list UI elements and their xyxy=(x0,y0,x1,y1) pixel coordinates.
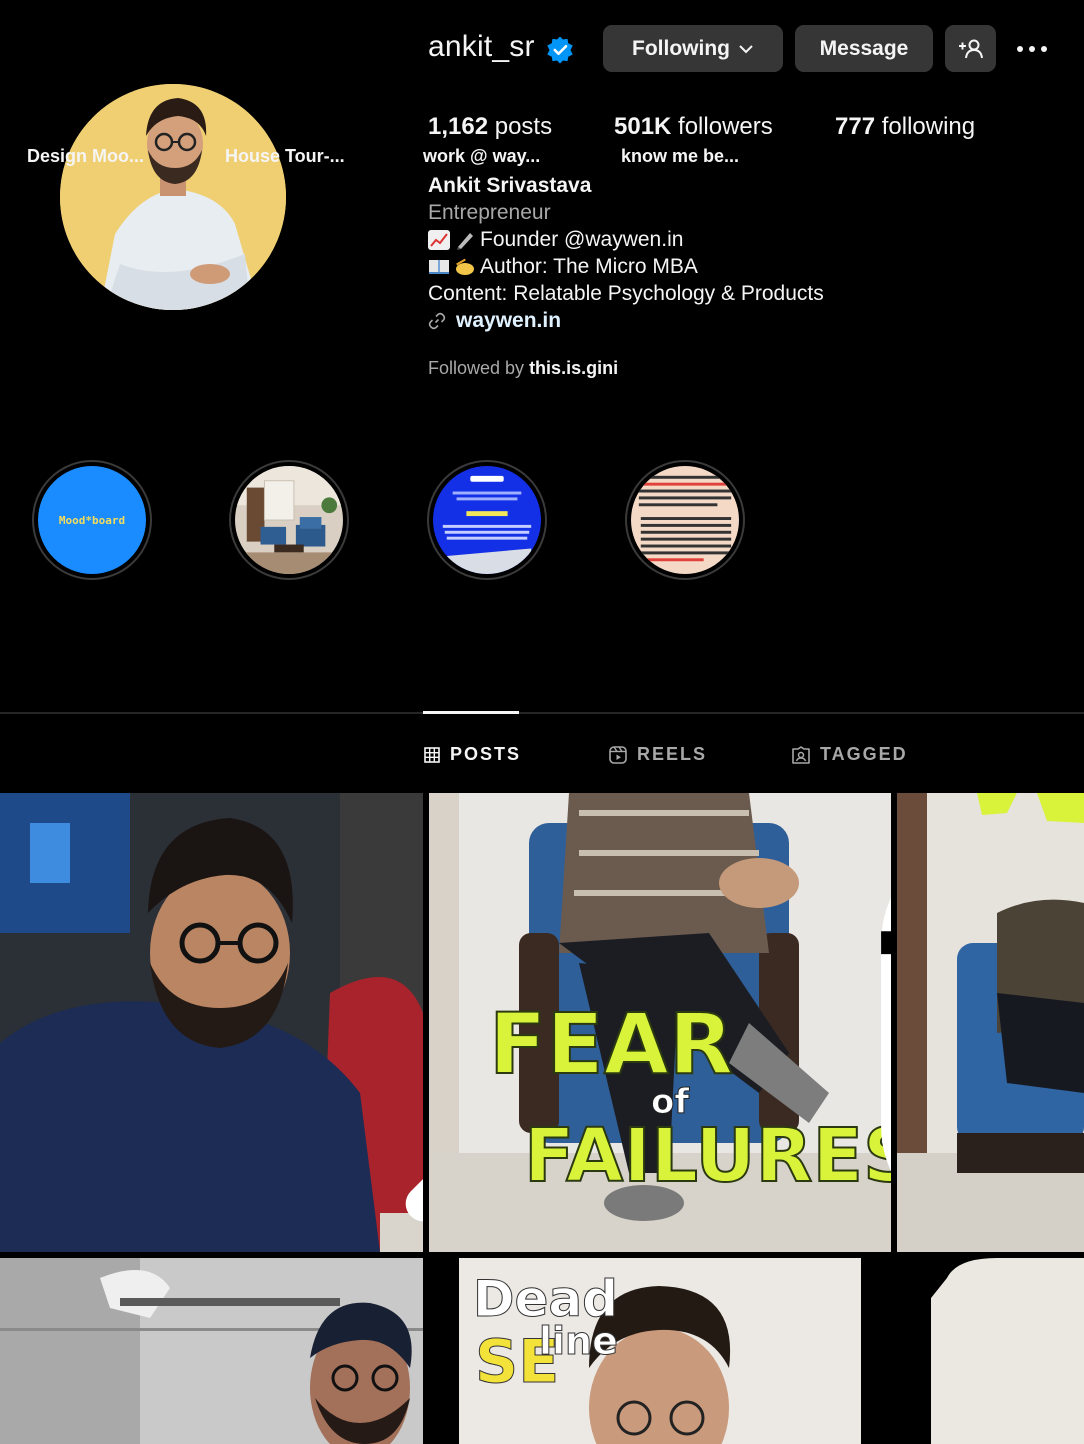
profile-category: Entrepreneur xyxy=(428,201,551,224)
book-emoji-icon xyxy=(428,257,450,277)
verified-badge-icon xyxy=(547,36,573,64)
tagged-icon xyxy=(792,745,810,764)
highlight-ring xyxy=(625,460,745,580)
followers-count[interactable]: 501K followers xyxy=(614,113,773,141)
link-icon xyxy=(428,312,446,329)
following-count-label: following xyxy=(875,113,976,140)
bio-line: Founder @waywen.in xyxy=(428,226,824,253)
posts-count-value: 1,162 xyxy=(428,113,489,140)
post-text-line: FEAR xyxy=(489,995,733,1093)
reel-icon xyxy=(881,897,891,1172)
highlight-cover xyxy=(631,466,739,574)
post-tile-reel[interactable]: Dead SE line xyxy=(429,1258,891,1444)
active-tab-indicator xyxy=(423,711,519,714)
highlight-ring xyxy=(229,460,349,580)
tab-tagged-label: TAGGED xyxy=(820,744,908,764)
highlight-cover xyxy=(433,466,541,574)
profile-username: ankit_sr xyxy=(428,30,535,63)
highlight-house-tour[interactable] xyxy=(228,460,350,580)
pen-emoji-icon xyxy=(454,230,476,250)
tab-reels[interactable]: REELS xyxy=(609,744,707,765)
bio-content-line: Content: Relatable Psychology & Products xyxy=(428,282,824,305)
following-button[interactable]: Following xyxy=(603,25,783,72)
more-dot xyxy=(1017,46,1023,52)
highlight-ring: Mood*board xyxy=(32,460,152,580)
message-button-label: Message xyxy=(819,36,909,60)
followers-count-label: followers xyxy=(671,113,773,140)
tab-tagged[interactable]: TAGGED xyxy=(792,744,908,765)
highlight-cover xyxy=(235,466,343,574)
highlight-label[interactable]: House Tour-... xyxy=(225,146,345,167)
grid-icon xyxy=(424,746,440,763)
bio-line: Author: The Micro MBA xyxy=(428,253,824,280)
followers-count-value: 501K xyxy=(614,113,672,140)
posts-count: 1,162 posts xyxy=(428,113,552,141)
highlight-cover-text: Mood*board xyxy=(58,513,126,527)
post-tile-pinned[interactable] xyxy=(0,793,423,1252)
reel-icon xyxy=(381,1270,423,1444)
chart-emoji-icon xyxy=(428,229,450,250)
tab-reels-label: REELS xyxy=(637,744,708,764)
profile-full-name: Ankit Srivastava xyxy=(428,174,592,197)
more-dot xyxy=(1041,46,1047,52)
highlight-work-waywen[interactable] xyxy=(426,460,548,580)
more-options-icon[interactable] xyxy=(1012,34,1052,64)
chevron-down-icon xyxy=(739,44,753,53)
tab-posts-label: POSTS xyxy=(450,744,522,764)
post-tile-reel[interactable] xyxy=(0,1258,423,1444)
tabs-divider xyxy=(0,712,1084,714)
bio-author-line: Author: The Micro MBA xyxy=(480,255,698,278)
post-tile-reel[interactable] xyxy=(897,793,1084,1252)
post-tile-reel[interactable]: FEAR of FAILURES xyxy=(429,793,891,1252)
highlight-label[interactable]: know me be... xyxy=(621,146,739,167)
followed-by-user: this.is.gini xyxy=(529,358,619,378)
post-text-line: FAILURES xyxy=(524,1113,891,1199)
highlight-know-me-better[interactable] xyxy=(624,460,746,580)
profile-bio: Ankit Srivastava Entrepreneur Founder @w… xyxy=(428,172,824,334)
suggest-users-button[interactable] xyxy=(945,25,996,72)
highlight-label[interactable]: work @ way... xyxy=(423,146,540,167)
profile-website-link[interactable]: waywen.in xyxy=(428,307,824,334)
writing-hand-emoji-icon xyxy=(454,257,476,277)
profile-avatar[interactable] xyxy=(60,84,286,310)
highlight-ring xyxy=(427,460,547,580)
reel-icon xyxy=(849,1270,891,1444)
highlight-cover: Mood*board xyxy=(38,466,146,574)
tab-posts[interactable]: POSTS xyxy=(424,744,521,765)
pin-icon xyxy=(405,1179,423,1222)
highlight-label[interactable]: Design Moo... xyxy=(27,146,144,167)
add-user-icon xyxy=(958,39,983,58)
website-link-text: waywen.in xyxy=(456,309,562,332)
bio-founder-line: Founder @waywen.in xyxy=(480,228,684,251)
following-button-label: Following xyxy=(632,36,730,60)
posts-count-label: posts xyxy=(488,113,553,140)
following-count[interactable]: 777 following xyxy=(835,113,975,141)
message-button[interactable]: Message xyxy=(795,25,933,72)
reels-icon xyxy=(609,745,627,764)
followed-by-prefix: Followed by xyxy=(428,358,530,378)
highlight-design-moodboard[interactable]: Mood*board xyxy=(31,460,153,580)
more-dot xyxy=(1029,46,1035,52)
post-text-line: line xyxy=(539,1319,618,1363)
post-tile-reel[interactable] xyxy=(897,1258,1084,1444)
followed-by[interactable]: Followed by this.is.gini xyxy=(428,358,618,379)
following-count-value: 777 xyxy=(835,113,876,140)
